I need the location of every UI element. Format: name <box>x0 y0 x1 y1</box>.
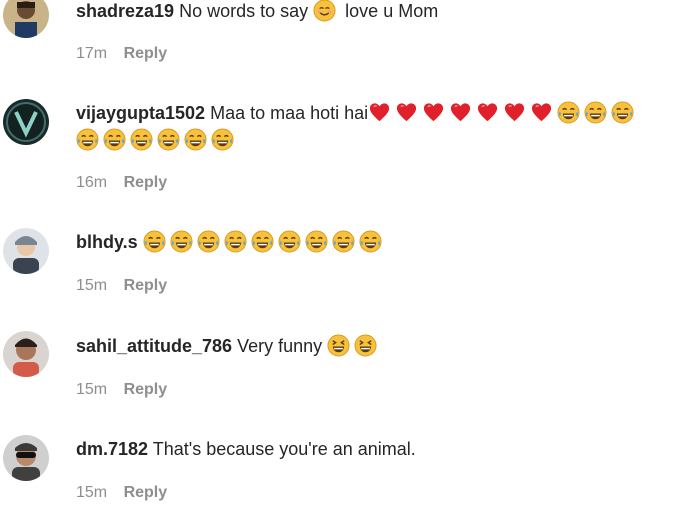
tears-of-joy-icon <box>305 230 328 253</box>
tears-of-joy-icon <box>611 101 634 124</box>
tears-of-joy-icon <box>170 230 193 253</box>
username-link[interactable]: blhdy.s <box>76 232 138 252</box>
tears-of-joy-icon <box>184 128 207 151</box>
username-link[interactable]: shadreza19 <box>76 1 174 21</box>
comment-text: Very funny <box>237 336 323 356</box>
tears-of-joy-icon <box>224 230 247 253</box>
reply-button[interactable]: Reply <box>124 381 168 398</box>
red-heart-icon <box>449 101 472 124</box>
comment-text: That's because you're an animal. <box>152 439 416 459</box>
tears-of-joy-icon <box>211 128 234 151</box>
comment-text: Maa to maa hoti hai <box>210 103 369 123</box>
red-heart-icon <box>422 101 445 124</box>
tears-of-joy-icon <box>143 230 166 253</box>
comment-text-suffix: love u Mom <box>345 1 439 21</box>
smiling-face-icon <box>313 0 336 22</box>
reply-button[interactable]: Reply <box>124 484 168 501</box>
timestamp: 17m <box>76 45 108 62</box>
red-heart-icon <box>395 101 418 124</box>
username-link[interactable]: sahil_attitude_786 <box>76 336 232 356</box>
tears-of-joy-icon <box>76 128 99 151</box>
avatar[interactable] <box>3 228 49 274</box>
tears-of-joy-icon <box>197 230 220 253</box>
tears-of-joy-icon <box>251 230 274 253</box>
timestamp: 16m <box>76 174 108 191</box>
tears-of-joy-icon <box>157 128 180 151</box>
red-heart-icon <box>368 101 391 124</box>
avatar[interactable] <box>3 331 49 377</box>
grinning-squinting-face-icon <box>354 334 377 357</box>
tears-of-joy-icon <box>584 101 607 124</box>
avatar[interactable] <box>3 99 49 145</box>
timestamp: 15m <box>76 484 108 501</box>
timestamp: 15m <box>76 277 108 294</box>
tears-of-joy-icon <box>332 230 355 253</box>
red-heart-icon <box>476 101 499 124</box>
tears-of-joy-icon <box>359 230 382 253</box>
tears-of-joy-icon <box>557 101 580 124</box>
username-link[interactable]: vijaygupta1502 <box>76 103 205 123</box>
grinning-squinting-face-icon <box>327 334 350 357</box>
username-link[interactable]: dm.7182 <box>76 439 148 459</box>
timestamp: 15m <box>76 381 108 398</box>
reply-button[interactable]: Reply <box>124 277 168 294</box>
avatar[interactable] <box>3 435 49 481</box>
comments-list: shadreza19 No words to say love u Mom 17… <box>0 0 680 510</box>
tears-of-joy-icon <box>130 128 153 151</box>
comment-text: No words to say <box>179 1 309 21</box>
tears-of-joy-icon <box>103 128 126 151</box>
red-heart-icon <box>530 101 553 124</box>
reply-button[interactable]: Reply <box>124 45 168 62</box>
tears-of-joy-icon <box>278 230 301 253</box>
red-heart-icon <box>503 101 526 124</box>
avatar[interactable] <box>3 0 49 38</box>
reply-button[interactable]: Reply <box>124 174 168 191</box>
